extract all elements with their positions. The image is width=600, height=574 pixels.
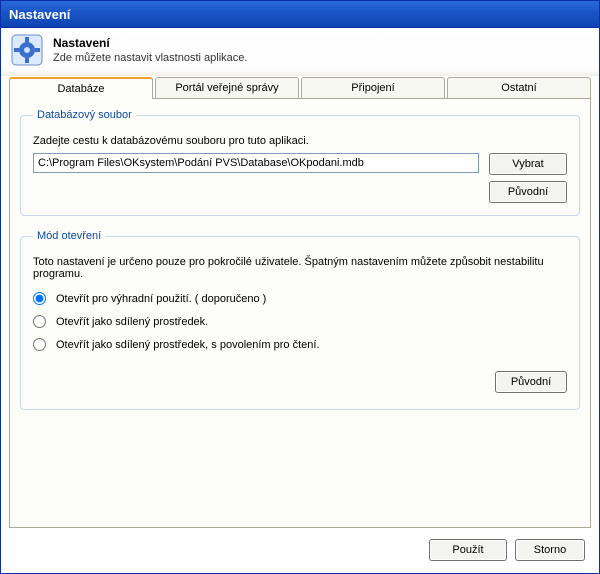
open-mode-radio-shared[interactable] xyxy=(33,315,46,328)
open-mode-note: Toto nastavení je určeno pouze pro pokro… xyxy=(33,256,567,280)
dialog-header: Nastavení Zde můžete nastavit vlastnosti… xyxy=(1,28,599,76)
tab-page-database: Databázový soubor Zadejte cestu k databá… xyxy=(9,98,591,528)
group-database-file: Databázový soubor Zadejte cestu k databá… xyxy=(20,109,580,216)
settings-icon xyxy=(11,34,43,66)
tab-other[interactable]: Ostatní xyxy=(447,77,591,99)
group-database-file-legend: Databázový soubor xyxy=(33,109,136,121)
tab-bar: Databáze Portál veřejné správy Připojení… xyxy=(1,76,599,98)
open-mode-option-shared[interactable]: Otevřít jako sdílený prostředek. xyxy=(33,315,567,328)
tab-database[interactable]: Databáze xyxy=(9,77,153,99)
open-mode-radio-exclusive[interactable] xyxy=(33,292,46,305)
dialog-footer: Použít Storno xyxy=(429,539,585,561)
tab-portal[interactable]: Portál veřejné správy xyxy=(155,77,299,99)
window-titlebar[interactable]: Nastavení xyxy=(0,0,600,28)
dialog-subtitle: Zde můžete nastavit vlastnosti aplikace. xyxy=(53,52,247,64)
default-mode-button[interactable]: Původní xyxy=(495,371,567,393)
default-db-button[interactable]: Původní xyxy=(489,181,567,203)
open-mode-option-shared-readonly[interactable]: Otevřít jako sdílený prostředek, s povol… xyxy=(33,338,567,351)
database-file-prompt: Zadejte cestu k databázovému souboru pro… xyxy=(33,135,567,147)
group-open-mode-legend: Mód otevření xyxy=(33,230,105,242)
apply-button[interactable]: Použít xyxy=(429,539,507,561)
cancel-button[interactable]: Storno xyxy=(515,539,585,561)
database-path-input[interactable] xyxy=(33,153,479,173)
browse-button[interactable]: Vybrat xyxy=(489,153,567,175)
group-open-mode: Mód otevření Toto nastavení je určeno po… xyxy=(20,230,580,410)
open-mode-option-exclusive[interactable]: Otevřít pro výhradní použití. ( doporuče… xyxy=(33,292,567,305)
dialog-title: Nastavení xyxy=(53,36,247,50)
open-mode-radio-shared-readonly[interactable] xyxy=(33,338,46,351)
window-title: Nastavení xyxy=(9,7,70,22)
tab-connection[interactable]: Připojení xyxy=(301,77,445,99)
